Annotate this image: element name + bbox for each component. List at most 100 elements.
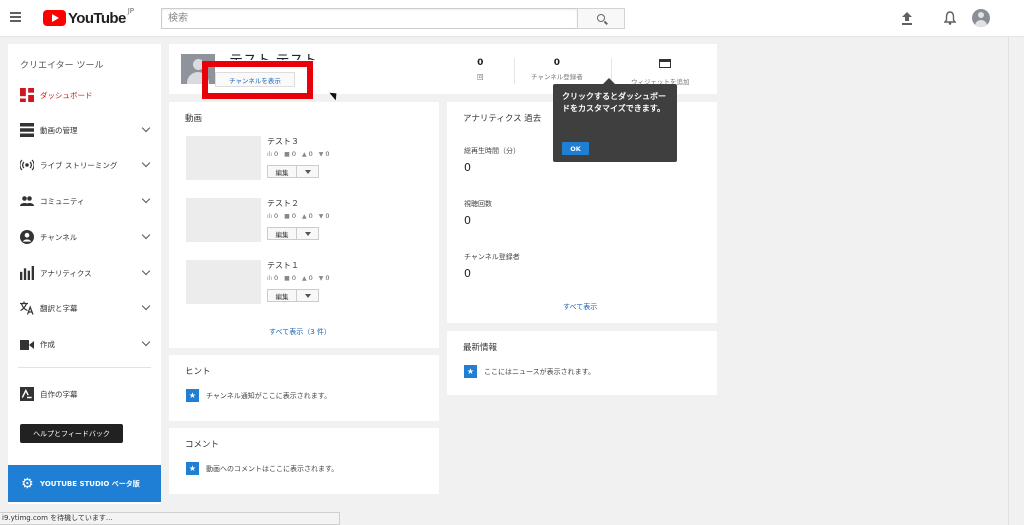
search-bar (161, 8, 625, 29)
metric-value: 0 (464, 267, 471, 280)
sidebar-item-label: コミュニティ (40, 196, 85, 206)
stat-label: 回 (477, 73, 484, 81)
create-icon (20, 340, 34, 350)
account-avatar[interactable] (972, 9, 990, 27)
bell-icon[interactable] (944, 11, 956, 25)
sidebar-item-label: ライブ ストリーミング (40, 160, 118, 170)
metric-value: 0 (464, 161, 471, 174)
tooltip-text: クリックするとダッシュボードをカスタマイズできます。 (562, 92, 666, 113)
stat-subscribers: 0 チャンネル登録者 (531, 58, 583, 81)
sidebar-item-label: 動画の管理 (40, 125, 78, 135)
video-item: テスト２ ılı 0 ■ 0 ▲ 0 ▼ 0 編集 (186, 198, 426, 242)
hints-card: ヒント ★ チャンネル通知がここに表示されます。 (169, 355, 439, 421)
sidebar-item-label: チャンネル (40, 232, 78, 242)
chevron-down-icon (141, 158, 151, 168)
metric-label: チャンネル登録者 (464, 253, 520, 261)
video-manager-icon (20, 123, 34, 137)
top-bar: YouTube JP (0, 0, 1024, 37)
sidebar-item-video-manager[interactable]: 動画の管理 (8, 119, 161, 141)
sidebar-item-label: アナリティクス (40, 268, 92, 278)
logo-text: YouTube (68, 9, 126, 27)
sidebar-item-community[interactable]: コミュニティ (8, 190, 161, 212)
hints-card-title: ヒント (185, 367, 211, 377)
help-feedback-button[interactable]: ヘルプとフィードバック (20, 424, 123, 443)
stat-views: 0 回 (477, 58, 484, 81)
news-empty-text: ここにはニュースが表示されます。 (484, 368, 595, 376)
browser-status-bar: i9.ytimg.com を待機しています... (0, 512, 340, 525)
sidebar-title: クリエイター ツール (20, 61, 104, 71)
menu-icon[interactable] (10, 12, 21, 22)
chevron-down-icon (141, 123, 151, 133)
video-thumbnail[interactable] (186, 260, 261, 304)
news-card-title: 最新情報 (463, 343, 498, 353)
star-icon: ★ (186, 462, 199, 475)
analytics-card-title: アナリティクス 過去 (463, 114, 542, 124)
edit-dropdown-button[interactable] (297, 227, 319, 240)
scrollbar[interactable] (1008, 37, 1024, 525)
chevron-down-icon (141, 230, 151, 240)
channel-icon (20, 230, 34, 244)
add-widget-icon[interactable] (659, 59, 671, 68)
views-icon: ılı (267, 213, 273, 220)
search-input[interactable] (161, 8, 577, 29)
video-item: テスト３ ılı 0 ■ 0 ▲ 0 ▼ 0 編集 (186, 136, 426, 180)
views-icon: ılı (267, 151, 273, 158)
dashboard-icon (20, 88, 34, 102)
edit-button[interactable]: 編集 (267, 227, 297, 240)
studio-beta-label: YOUTUBE STUDIO ベータ版 (40, 480, 140, 488)
video-thumbnail[interactable] (186, 198, 261, 242)
sidebar-divider (18, 367, 151, 368)
upload-icon[interactable] (901, 12, 913, 25)
sidebar-item-analytics[interactable]: アナリティクス (8, 262, 161, 284)
sidebar-item-label: 自作の字幕 (40, 389, 78, 399)
sidebar-item-own-subtitles[interactable]: 自作の字幕 (8, 383, 161, 405)
video-thumbnail[interactable] (186, 136, 261, 180)
video-stats: ılı 0 ■ 0 ▲ 0 ▼ 0 (267, 274, 330, 282)
star-icon: ★ (464, 365, 477, 378)
edit-button[interactable]: 編集 (267, 289, 297, 302)
sidebar: クリエイター ツール ダッシュボード 動画の管理 ライブ ストリーミング コミュ… (8, 44, 161, 504)
video-stats: ılı 0 ■ 0 ▲ 0 ▼ 0 (267, 150, 330, 158)
sidebar-item-live[interactable]: ライブ ストリーミング (8, 154, 161, 176)
video-stats: ılı 0 ■ 0 ▲ 0 ▼ 0 (267, 212, 330, 220)
chevron-down-icon (141, 337, 151, 347)
comments-empty-text: 動画へのコメントはここに表示されます。 (206, 465, 339, 473)
comments-card: コメント ★ 動画へのコメントはここに表示されます。 (169, 428, 439, 494)
dislike-icon: ▼ (318, 275, 324, 282)
video-title[interactable]: テスト２ (267, 198, 299, 209)
video-title[interactable]: テスト３ (267, 136, 299, 147)
stat-value: 0 (553, 58, 561, 68)
sidebar-item-translate[interactable]: 翻訳と字幕 (8, 297, 161, 319)
analytics-view-all-link[interactable]: すべて表示 (563, 302, 597, 312)
videos-card-title: 動画 (185, 114, 203, 124)
dislike-icon: ▼ (318, 213, 324, 220)
like-icon: ▲ (301, 213, 307, 220)
youtube-logo[interactable]: YouTube JP (43, 7, 134, 27)
sidebar-item-label: 翻訳と字幕 (40, 303, 78, 313)
live-icon (20, 159, 34, 171)
highlight-annotation-box (202, 61, 313, 99)
search-button[interactable] (577, 8, 625, 29)
edit-dropdown-button[interactable] (297, 165, 319, 178)
videos-view-all-link[interactable]: すべて表示（3 件） (269, 327, 331, 337)
chevron-down-icon (141, 194, 151, 204)
customize-tooltip: クリックするとダッシュボードをカスタマイズできます。 OK (553, 78, 677, 162)
video-item: テスト１ ılı 0 ■ 0 ▲ 0 ▼ 0 編集 (186, 260, 426, 304)
sidebar-item-dashboard[interactable]: ダッシュボード (8, 84, 161, 106)
video-title[interactable]: テスト１ (267, 260, 299, 271)
edit-dropdown-button[interactable] (297, 289, 319, 302)
tooltip-ok-button[interactable]: OK (562, 142, 589, 155)
sidebar-item-channel[interactable]: チャンネル (8, 226, 161, 248)
stat-value: 0 (477, 58, 484, 68)
edit-group: 編集 (267, 289, 319, 302)
youtube-play-icon (43, 10, 66, 26)
like-icon: ▲ (301, 275, 307, 282)
sidebar-item-create[interactable]: 作成 (8, 333, 161, 355)
edit-group: 編集 (267, 165, 319, 178)
studio-beta-button[interactable]: ⚙ YOUTUBE STUDIO ベータ版 (8, 465, 161, 502)
search-icon (597, 14, 605, 22)
comments-card-title: コメント (185, 440, 220, 450)
videos-card: 動画 テスト３ ılı 0 ■ 0 ▲ 0 ▼ 0 編集 テスト２ ılı 0 ■ 0 ▲ 0… (169, 102, 439, 348)
like-icon: ▲ (301, 151, 307, 158)
edit-button[interactable]: 編集 (267, 165, 297, 178)
